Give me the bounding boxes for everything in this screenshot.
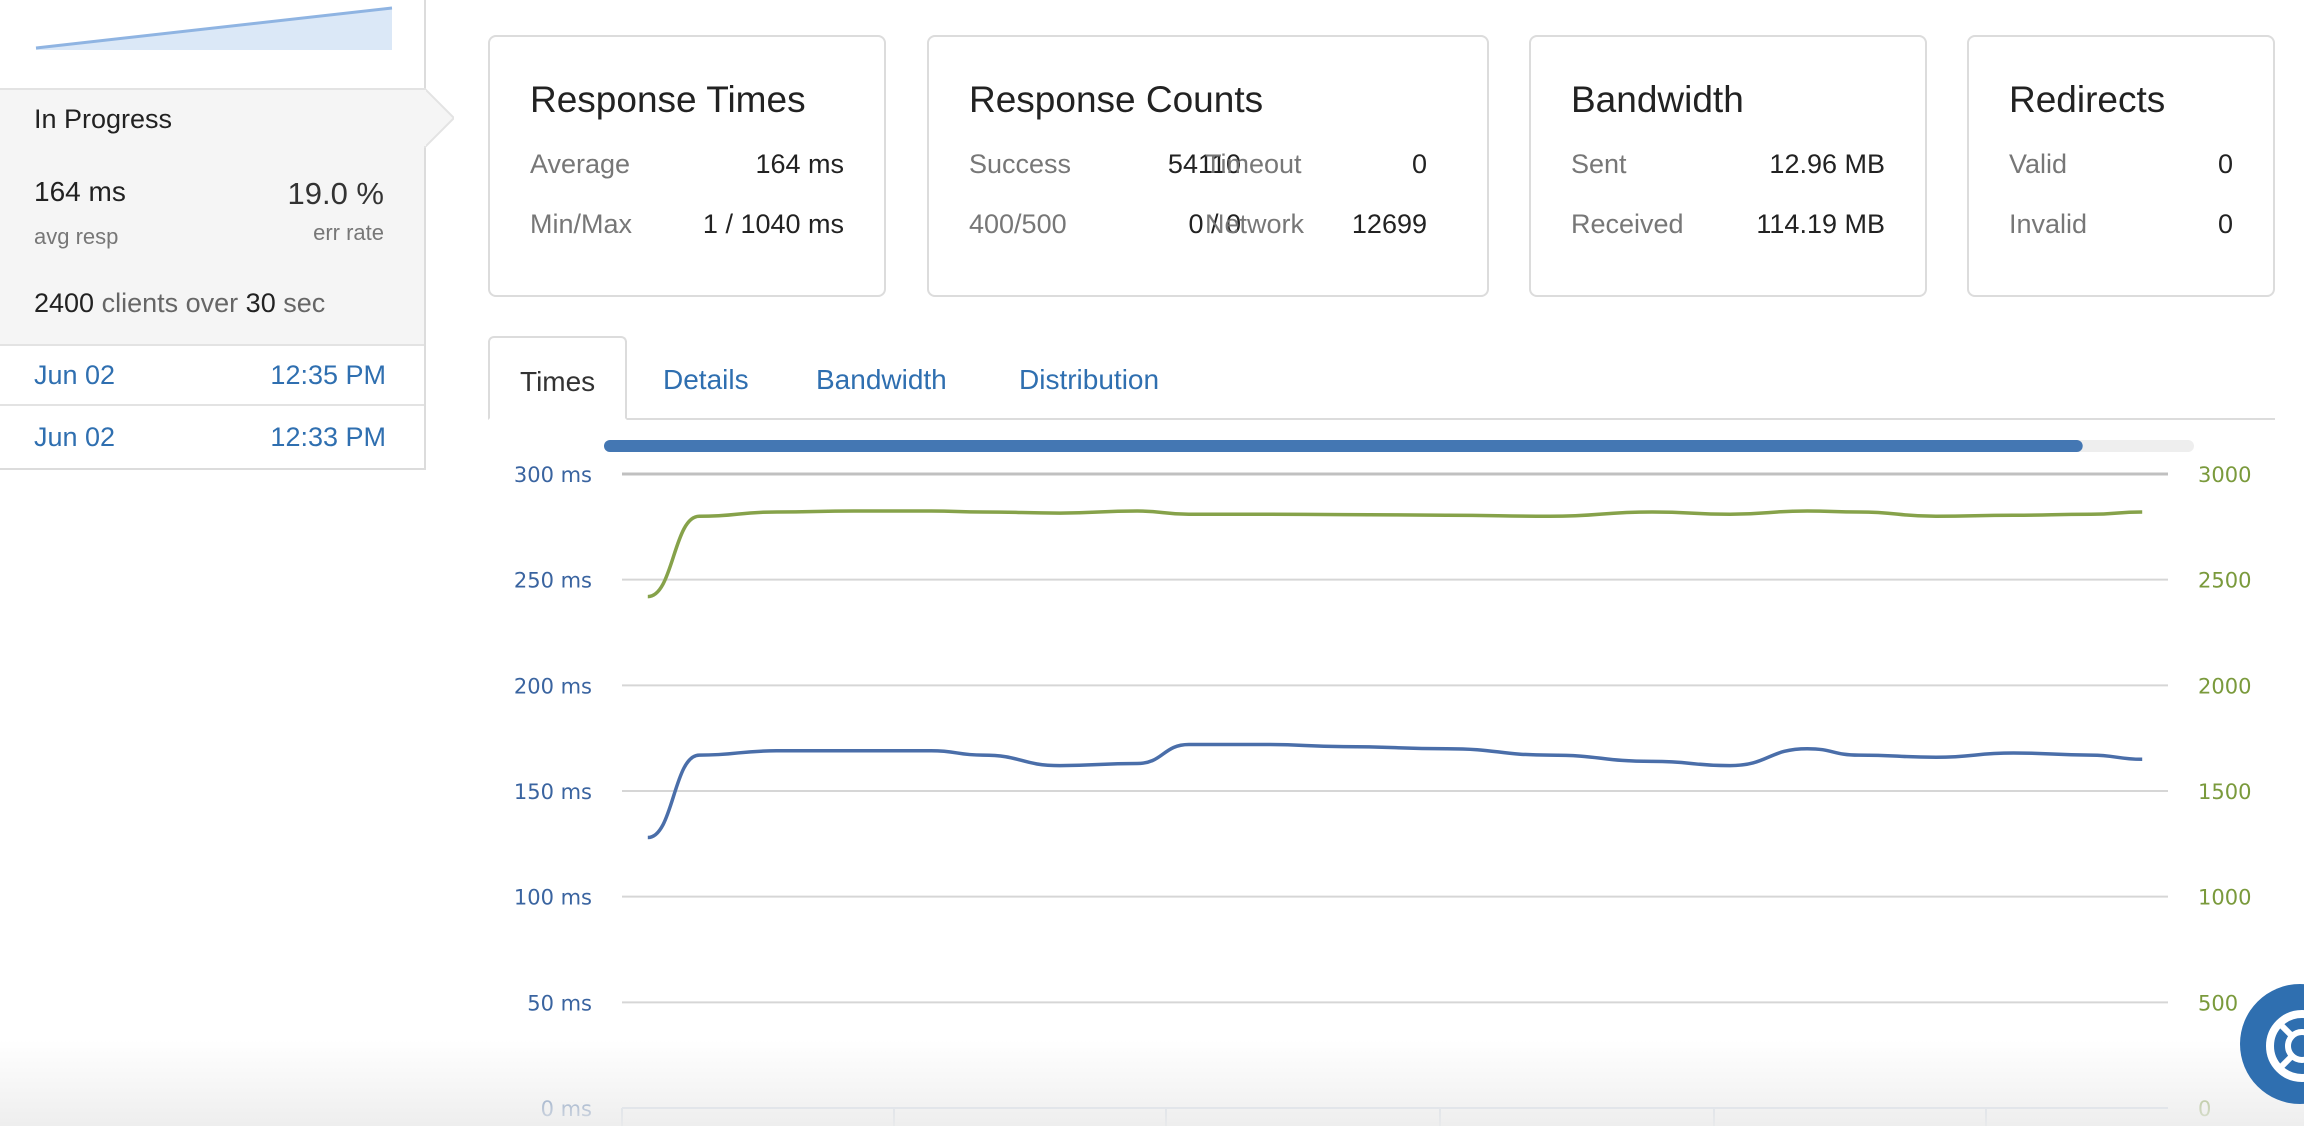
run-time[interactable]: 12:35 PM [270, 360, 386, 391]
test-runs-sidebar: In Progress 164 ms avg resp 19.0 % err r… [0, 0, 454, 470]
invalid-value: 0 [2217, 209, 2233, 239]
timeout-value: 0 [1411, 149, 1427, 179]
err-rate-label: err rate [313, 220, 384, 245]
avg-resp-value: 164 ms [34, 176, 126, 207]
y-left-tick-label: 200 ms [514, 674, 592, 698]
y-right-tick-label: 0 [2198, 1097, 2211, 1121]
bandwidth-card: Bandwidth Sent 12.96 MB Received 114.19 … [1529, 35, 1927, 297]
card-title: Response Counts [969, 79, 1264, 120]
y-left-tick-label: 0 ms [541, 1097, 592, 1121]
response-counts-card: Response Counts Success 54110 Timeout 0 … [927, 35, 1489, 297]
y-right-tick-label: 2000 [2198, 674, 2251, 698]
redirects-card: Redirects Valid 0 Invalid 0 [1967, 35, 2275, 297]
help-button[interactable] [2240, 984, 2304, 1104]
y-left-tick-label: 100 ms [514, 886, 592, 910]
y-left-tick-label: 250 ms [514, 569, 592, 593]
progress-sparkline [35, 6, 393, 50]
status-title: In Progress [34, 104, 173, 134]
valid-value: 0 [2217, 149, 2233, 179]
network-label: Network [1205, 209, 1305, 239]
progress-fill [604, 440, 2083, 452]
invalid-label: Invalid [2009, 209, 2088, 239]
avg-resp-label: avg resp [34, 224, 119, 249]
average-label: Average [530, 149, 631, 179]
card-title: Redirects [2009, 79, 2166, 120]
selected-pointer [424, 88, 454, 148]
sent-value: 12.96 MB [1769, 149, 1885, 179]
y-left-tick-label: 150 ms [514, 780, 592, 804]
tab-bar-divider [488, 418, 2275, 420]
minmax-value: 1 / 1040 ms [702, 209, 844, 239]
network-value: 12699 [1351, 209, 1427, 239]
minmax-label: Min/Max [530, 209, 633, 239]
run-list-item[interactable]: Jun 02 12:35 PM [0, 346, 424, 406]
errors-label: 400/500 [969, 209, 1067, 239]
lifebuoy-icon [2266, 1010, 2304, 1082]
duration-value: 30 [245, 288, 276, 318]
response-times-card: Response Times Average 164 ms Min/Max 1 … [488, 35, 886, 297]
tab-distribution[interactable]: Distribution [1019, 336, 1159, 420]
tab-details[interactable]: Details [663, 336, 749, 420]
y-right-tick-label: 2500 [2198, 569, 2251, 593]
clients-series-line [647, 509, 2143, 599]
average-value: 164 ms [755, 149, 844, 179]
duration-unit: sec [283, 288, 326, 318]
tab-times[interactable]: Times [488, 336, 628, 420]
valid-label: Valid [2009, 149, 2068, 179]
y-left-tick-label: 300 ms [514, 463, 592, 487]
y-right-tick-label: 1000 [2198, 886, 2251, 910]
clients-summary: 2400 clients over 30 sec [34, 288, 325, 319]
timeout-label: Timeout [1205, 149, 1302, 179]
received-label: Received [1571, 209, 1684, 239]
err-rate-value: 19.0 % [287, 176, 384, 211]
y-right-tick-label: 3000 [2198, 463, 2251, 487]
response-times-chart: 300 ms250 ms200 ms150 ms100 ms50 ms0 ms … [514, 440, 2251, 1126]
run-date[interactable]: Jun 02 [34, 360, 115, 391]
success-label: Success [969, 149, 1072, 179]
tab-bandwidth[interactable]: Bandwidth [816, 336, 947, 420]
card-title: Bandwidth [1571, 79, 1744, 120]
clients-count: 2400 [34, 288, 95, 318]
card-title: Response Times [530, 79, 806, 120]
y-left-tick-label: 50 ms [527, 991, 592, 1015]
sent-label: Sent [1571, 149, 1627, 179]
clients-text: clients over [101, 288, 239, 318]
y-right-tick-label: 500 [2198, 991, 2238, 1015]
received-value: 114.19 MB [1756, 209, 1885, 239]
y-right-tick-label: 1500 [2198, 780, 2251, 804]
